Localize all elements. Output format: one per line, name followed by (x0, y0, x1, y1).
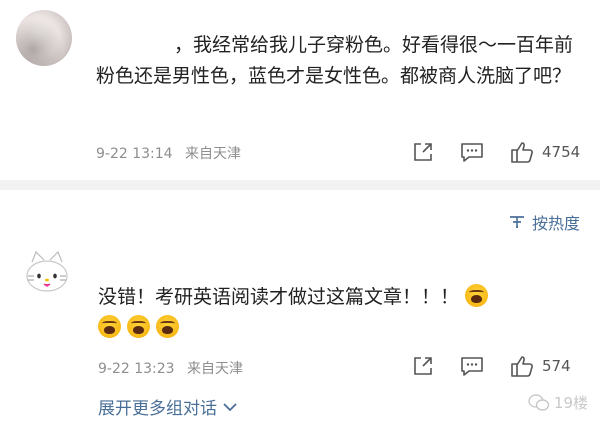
comment-date: 9-22 13:14 (96, 146, 173, 162)
sort-label: 按热度 (531, 214, 580, 233)
share-button[interactable] (412, 141, 434, 163)
thumbs-up-icon (511, 356, 533, 377)
comment-text: 没错！考研英语阅读才做过这篇文章！！！ (98, 282, 518, 344)
comment-icon (461, 143, 483, 162)
like-button[interactable]: 4754 (510, 140, 580, 164)
crying-emoji-icon (465, 284, 489, 307)
sort-by-hot-button[interactable]: 按热度 (508, 210, 580, 234)
reply-button[interactable] (460, 141, 484, 163)
like-count: 4754 (542, 143, 581, 161)
share-icon (414, 143, 432, 161)
sort-icon (509, 216, 524, 228)
avatar[interactable] (18, 246, 76, 304)
reply-button[interactable] (460, 355, 484, 377)
comment-source: 来自天津 (187, 361, 244, 377)
expand-more-conversations-link[interactable]: 展开更多组对话 (98, 394, 237, 419)
comment-meta: 9-22 13:14 来自天津 (96, 143, 249, 163)
avatar[interactable] (16, 10, 72, 66)
like-button[interactable]: 574 (510, 354, 571, 378)
wechat-icon (528, 393, 550, 411)
comment-date: 9-22 13:23 (98, 361, 175, 377)
comment-body: 没错！考研英语阅读才做过这篇文章！！！ (98, 286, 460, 308)
thumbs-up-icon (511, 142, 533, 163)
share-icon (414, 357, 432, 375)
like-count: 574 (542, 357, 571, 375)
expand-label: 展开更多组对话 (98, 399, 217, 419)
username-blurred[interactable] (96, 33, 174, 55)
comment-text: ，我经常给我儿子穿粉色。好看得很～一百年前粉色还是男性色，蓝色才是女性色。都被商… (96, 30, 582, 92)
crying-emoji-icon (98, 315, 121, 338)
crying-emoji-icon (156, 315, 179, 338)
section-divider (0, 180, 600, 190)
comment-source: 来自天津 (185, 146, 242, 162)
comment-icon (461, 357, 483, 376)
hello-kitty-avatar-icon (26, 250, 68, 292)
comment-actions: 4754 (412, 140, 580, 164)
share-button[interactable] (412, 355, 434, 377)
watermark-label: 19楼 (553, 394, 588, 412)
comment-meta: 9-22 13:23 来自天津 (98, 358, 251, 378)
watermark: 19楼 (528, 392, 588, 413)
crying-emoji-icon (127, 315, 150, 338)
comment-actions: 574 (412, 354, 571, 378)
chevron-down-icon (223, 402, 237, 411)
